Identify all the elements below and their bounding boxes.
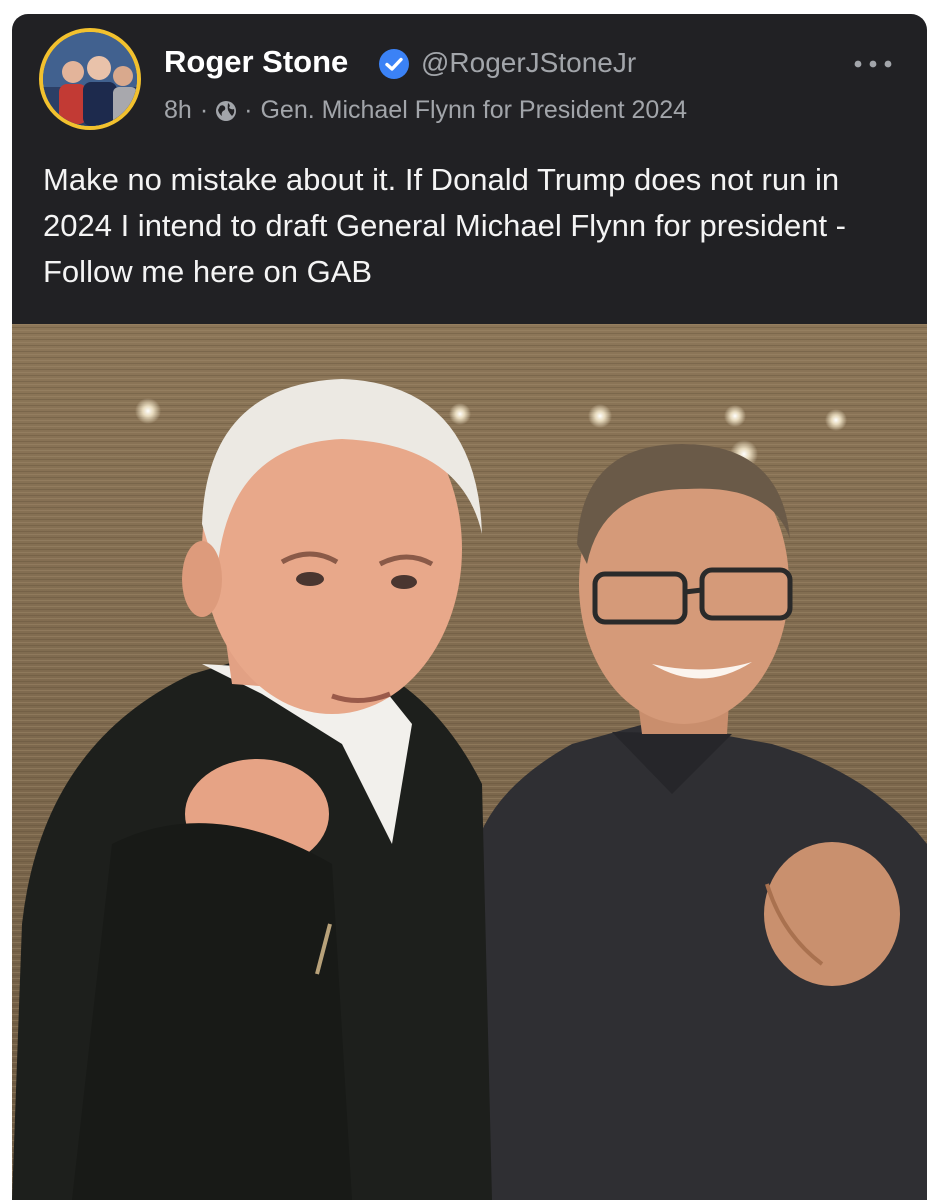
group-link[interactable]: Gen. Michael Flynn for President 2024	[260, 96, 687, 125]
post-card[interactable]: Roger Stone @RogerJStoneJr 8h · · Gen. M…	[12, 14, 927, 1200]
post-photo[interactable]	[12, 324, 927, 1200]
meta-separator: ·	[199, 96, 209, 124]
post-text: Make no mistake about it. If Donald Trum…	[43, 162, 846, 289]
author-handle[interactable]: @RogerJStoneJr	[421, 47, 636, 79]
avatar[interactable]	[39, 28, 141, 130]
meta-separator: ·	[244, 96, 253, 124]
more-options-icon[interactable]	[850, 54, 896, 74]
verified-badge-icon	[379, 49, 409, 79]
post-meta: 8h · · Gen. Michael Flynn for President …	[164, 96, 687, 125]
post-time[interactable]: 8h	[164, 96, 192, 125]
author-name[interactable]: Roger Stone	[164, 44, 348, 80]
globe-icon	[216, 100, 237, 121]
